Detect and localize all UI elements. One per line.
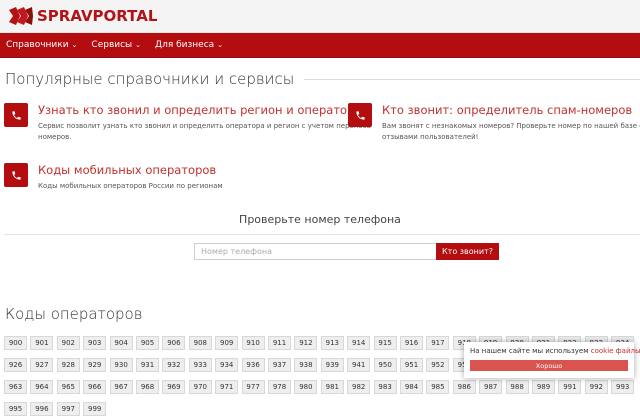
divider [4, 234, 640, 235]
operator-code-button[interactable]: 934 [215, 358, 239, 372]
operator-code-button[interactable]: 941 [347, 358, 371, 372]
cookie-policy-link[interactable]: cookie файлы [591, 347, 640, 355]
operator-code-button[interactable]: 985 [426, 380, 450, 394]
chevron-down-icon: ⌄ [135, 41, 142, 49]
operator-code-button[interactable]: 927 [30, 358, 54, 372]
operator-code-button[interactable]: 909 [215, 336, 239, 350]
card-spam-detector-link[interactable]: Кто звонит: определитель спам-номеров [382, 103, 640, 117]
site-logo[interactable]: SPRAVPORTAL [8, 6, 157, 26]
operator-code-button[interactable]: 950 [373, 358, 397, 372]
chevron-down-icon: ⌄ [217, 41, 224, 49]
nav-item-directories[interactable]: Справочники ⌄ [6, 40, 77, 50]
operator-code-button[interactable]: 993 [611, 380, 635, 394]
popular-section-header: Популярные справочники и сервисы [5, 70, 640, 88]
codes-section-title: Коды операторов [5, 305, 143, 323]
cookie-banner: На нашем сайте мы используем cookie файл… [464, 342, 640, 378]
operator-code-button[interactable]: 991 [558, 380, 582, 394]
operator-code-button[interactable]: 932 [162, 358, 186, 372]
phone-icon [4, 163, 28, 187]
operator-code-button[interactable]: 965 [56, 380, 80, 394]
card-who-called-link[interactable]: Узнать кто звонил и определить регион и … [38, 103, 371, 117]
operator-code-button[interactable]: 982 [347, 380, 371, 394]
operator-code-button[interactable]: 926 [4, 358, 27, 372]
operator-code-button[interactable]: 968 [136, 380, 159, 394]
operator-code-button[interactable]: 971 [215, 380, 239, 394]
operator-code-button[interactable]: 933 [188, 358, 212, 372]
operator-code-button[interactable]: 915 [373, 336, 397, 350]
phone-check-form: Кто звонит? [194, 243, 499, 260]
cookie-accept-button[interactable]: Хорошо [470, 360, 628, 371]
operator-code-button[interactable]: 910 [241, 336, 265, 350]
operator-code-button[interactable]: 904 [109, 336, 133, 350]
nav-item-services[interactable]: Сервисы ⌄ [91, 40, 141, 50]
operator-code-button[interactable]: 937 [268, 358, 291, 372]
chevron-down-icon: ⌄ [71, 41, 78, 49]
operator-code-button[interactable]: 984 [400, 380, 423, 394]
operator-code-button[interactable]: 936 [241, 358, 265, 372]
operator-code-button[interactable]: 902 [56, 336, 80, 350]
logo-mark-icon [9, 7, 33, 25]
phone-number-input[interactable] [194, 243, 436, 260]
card-mobile-codes-link[interactable]: Коды мобильных операторов [38, 163, 223, 177]
popular-section-title: Популярные справочники и сервисы [5, 70, 295, 88]
operator-code-button[interactable]: 951 [400, 358, 423, 372]
operator-code-button[interactable]: 978 [268, 380, 291, 394]
operator-code-button[interactable]: 913 [320, 336, 344, 350]
operator-code-button[interactable]: 931 [136, 358, 159, 372]
operator-code-button[interactable]: 916 [400, 336, 423, 350]
operator-code-button[interactable]: 952 [426, 358, 450, 372]
operator-code-button[interactable]: 901 [30, 336, 54, 350]
operator-code-button[interactable]: 928 [56, 358, 80, 372]
operator-code-button[interactable]: 981 [320, 380, 344, 394]
operator-code-button[interactable]: 992 [584, 380, 608, 394]
operator-code-button[interactable]: 980 [294, 380, 318, 394]
operator-code-button[interactable]: 912 [294, 336, 318, 350]
operator-code-button[interactable]: 903 [83, 336, 107, 350]
top-header: SPRAVPORTAL [0, 0, 640, 33]
divider [304, 78, 640, 80]
operator-code-button[interactable]: 930 [109, 358, 133, 372]
operator-code-button[interactable]: 989 [532, 380, 555, 394]
operator-code-button[interactable]: 996 [30, 402, 54, 416]
operator-code-button[interactable]: 966 [83, 380, 107, 394]
operator-code-button[interactable]: 986 [452, 380, 476, 394]
phone-icon [4, 103, 28, 127]
cookie-text: На нашем сайте мы используем cookie файл… [470, 347, 640, 355]
operator-code-button[interactable]: 906 [162, 336, 186, 350]
card-mobile-codes-desc: Коды мобильных операторов России по реги… [38, 182, 223, 190]
operator-code-button[interactable]: 995 [4, 402, 27, 416]
card-spam-detector-desc: Вам звонят с незнакомых номеров? Проверь… [382, 122, 640, 141]
operator-code-button[interactable]: 938 [294, 358, 318, 372]
operator-code-button[interactable]: 983 [373, 380, 397, 394]
operator-code-button[interactable]: 900 [4, 336, 27, 350]
card-who-called-desc: Сервис позволит узнать кто звонил и опре… [38, 122, 371, 141]
operator-code-button[interactable]: 914 [347, 336, 371, 350]
nav-item-business[interactable]: Для бизнеса ⌄ [155, 40, 223, 50]
card-mobile-codes: Коды мобильных операторов Коды мобильных… [4, 163, 223, 192]
operator-code-button[interactable]: 997 [56, 402, 80, 416]
phone-check-title: Проверьте номер телефона [239, 213, 401, 226]
operator-code-button[interactable]: 988 [505, 380, 529, 394]
who-calls-button[interactable]: Кто звонит? [436, 243, 499, 260]
operator-code-button[interactable]: 963 [4, 380, 27, 394]
operator-code-button[interactable]: 911 [268, 336, 291, 350]
operator-code-button[interactable]: 939 [320, 358, 344, 372]
operator-code-button[interactable]: 964 [30, 380, 54, 394]
operator-code-button[interactable]: 970 [188, 380, 212, 394]
operator-code-button[interactable]: 905 [136, 336, 159, 350]
card-who-called: Узнать кто звонил и определить регион и … [4, 103, 371, 143]
operator-code-button[interactable]: 999 [83, 402, 107, 416]
codes-section-header: Коды операторов [5, 304, 143, 323]
operator-code-button[interactable]: 917 [426, 336, 450, 350]
operator-code-button[interactable]: 967 [109, 380, 133, 394]
operator-code-button[interactable]: 969 [162, 380, 186, 394]
phone-icon [348, 103, 372, 127]
logo-text: SPRAVPORTAL [37, 7, 158, 25]
operator-code-button[interactable]: 977 [241, 380, 265, 394]
card-spam-detector: Кто звонит: определитель спам-номеров Ва… [348, 103, 640, 143]
operator-code-button[interactable]: 987 [479, 380, 503, 394]
operator-code-button[interactable]: 908 [188, 336, 212, 350]
operator-code-button[interactable]: 929 [83, 358, 107, 372]
main-nav: Справочники ⌄ Сервисы ⌄ Для бизнеса ⌄ [0, 33, 640, 58]
